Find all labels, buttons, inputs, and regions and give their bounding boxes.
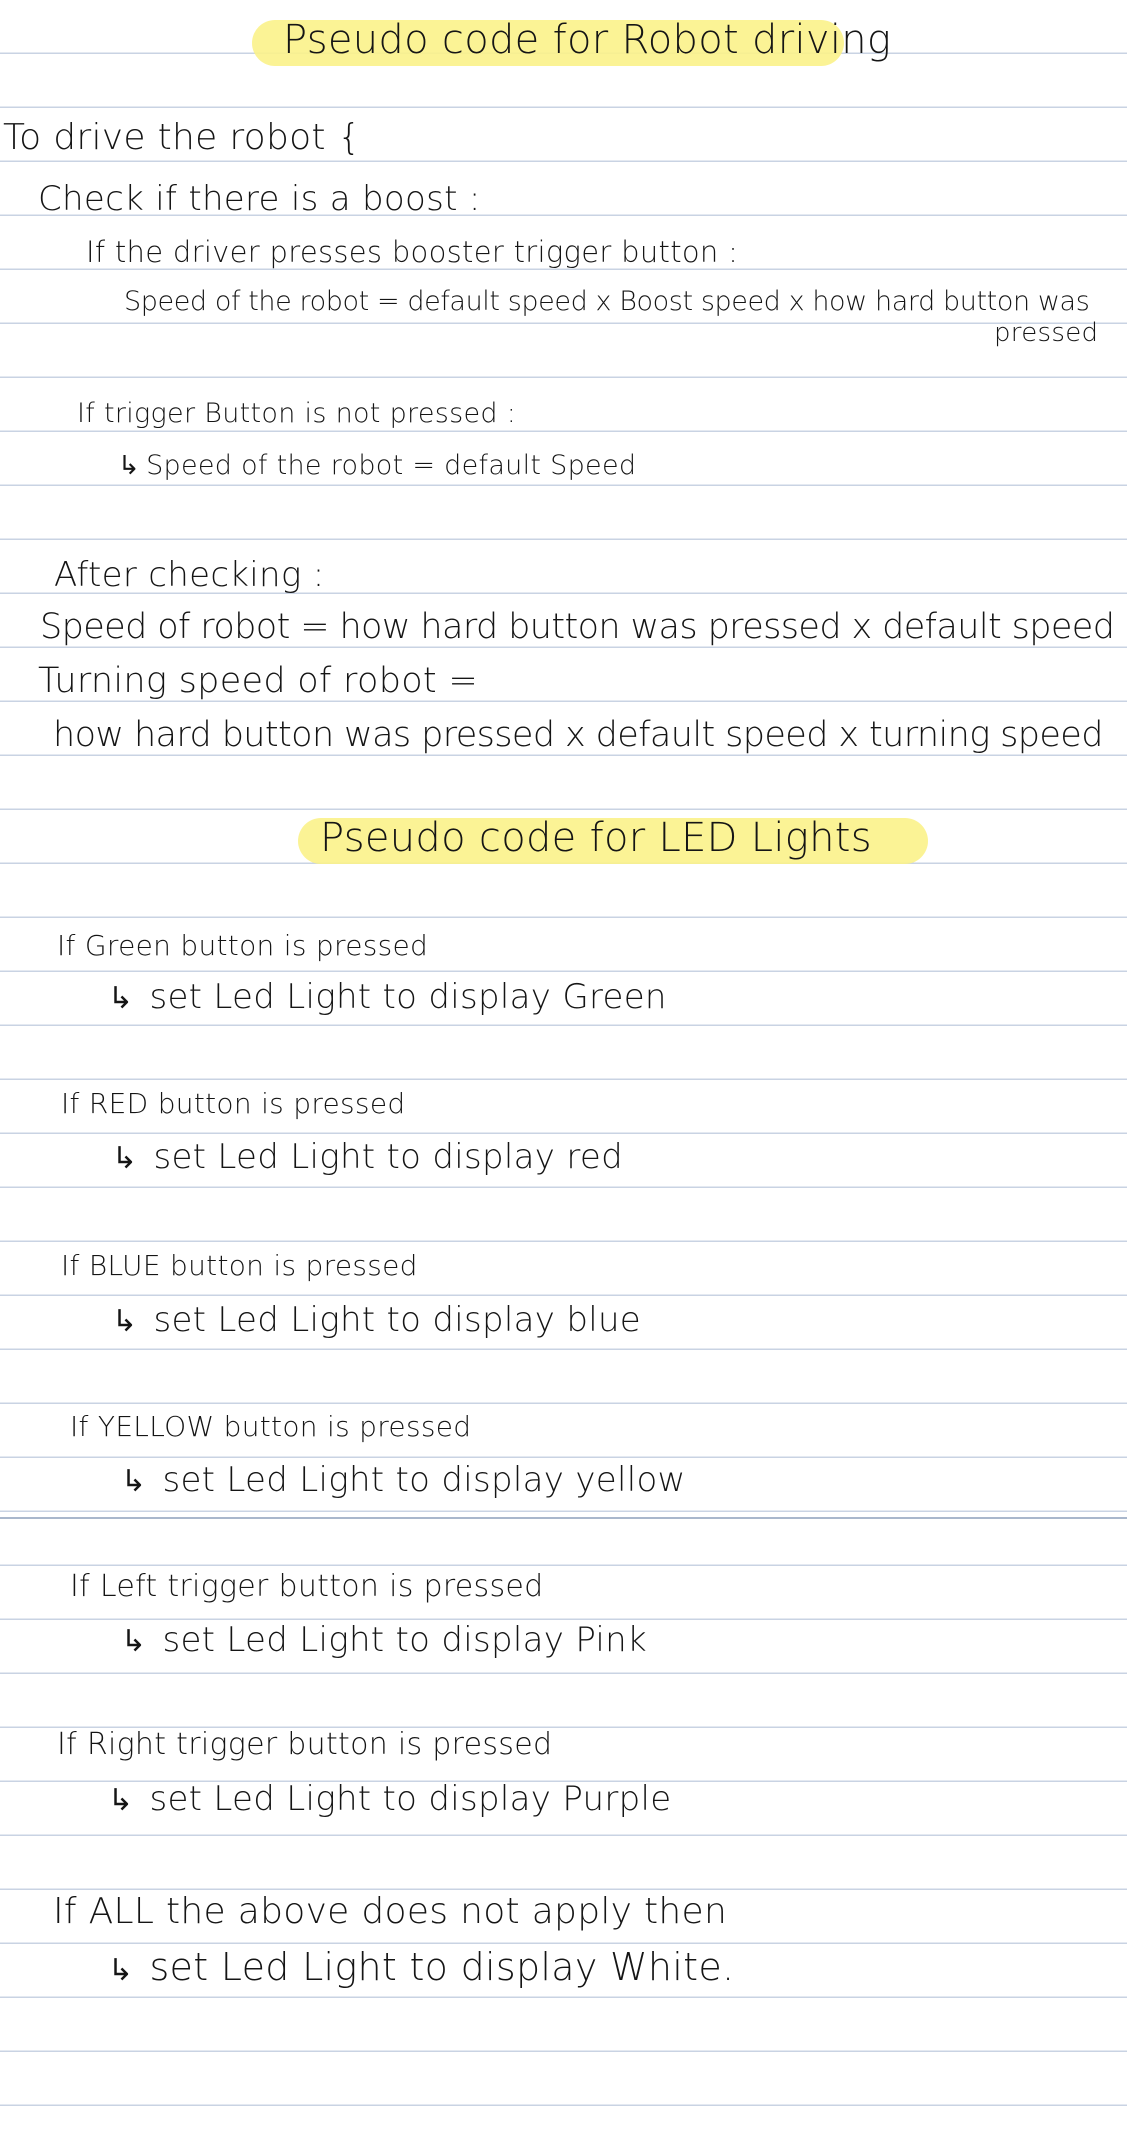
- drive-robot-open: To drive the robot {: [3, 117, 361, 158]
- arrow-icon: ↳: [118, 451, 141, 481]
- led-rule-action-text: set Led Light to display Purple: [149, 1779, 672, 1819]
- led-rule-blue-action: ↳ set Led Light to display blue: [112, 1303, 641, 1337]
- arrow-icon: ↳: [108, 1783, 134, 1818]
- default-speed-text: Speed of the robot = default Speed: [146, 450, 637, 481]
- arrow-icon: ↳: [108, 981, 134, 1016]
- led-rule-yellow-condition: If YELLOW button is pressed: [70, 1410, 472, 1443]
- led-rule-red-action: ↳ set Led Light to display red: [112, 1140, 623, 1174]
- led-rule-action-text: set Led Light to display Pink: [162, 1620, 647, 1660]
- led-rule-yellow-action: ↳ set Led Light to display yellow: [121, 1463, 686, 1497]
- boost-formula-line: Speed of the robot = default speed x Boo…: [124, 286, 1090, 317]
- led-rule-left-trigger-action: ↳ set Led Light to display Pink: [121, 1623, 647, 1657]
- arrow-icon: ↳: [112, 1304, 138, 1339]
- led-rule-right-trigger-action: ↳ set Led Light to display Purple: [108, 1782, 672, 1816]
- robot-section-title: Pseudo code for Robot driving: [283, 17, 892, 63]
- default-speed-line: ↳ Speed of the robot = default Speed: [118, 452, 636, 479]
- arrow-icon: ↳: [108, 1953, 134, 1988]
- led-rule-blue-condition: If BLUE button is pressed: [61, 1249, 418, 1282]
- led-rule-action-text: set Led Light to display blue: [153, 1300, 642, 1340]
- led-rule-action-text: set Led Light to display Green: [149, 977, 667, 1017]
- led-rule-left-trigger-condition: If Left trigger button is pressed: [70, 1569, 544, 1604]
- arrow-icon: ↳: [112, 1141, 138, 1176]
- if-not-pressed-line: If trigger Button is not pressed :: [77, 398, 517, 429]
- led-rule-action-text: set Led Light to display yellow: [162, 1460, 686, 1500]
- led-rule-action-text: set Led Light to display red: [153, 1137, 623, 1177]
- arrow-icon: ↳: [121, 1464, 147, 1499]
- arrow-icon: ↳: [121, 1624, 147, 1659]
- led-fallback-action-text: set Led Light to display White.: [149, 1945, 735, 1989]
- led-section-title: Pseudo code for LED Lights: [320, 815, 872, 861]
- page-divider: [0, 1517, 1127, 1519]
- led-rule-right-trigger-condition: If Right trigger button is pressed: [57, 1727, 553, 1762]
- check-boost-line: Check if there is a boost :: [38, 179, 481, 219]
- turning-formula-line: how hard button was pressed x default sp…: [53, 715, 1103, 755]
- led-fallback-action: ↳ set Led Light to display White.: [108, 1948, 734, 1986]
- speed-formula-line: Speed of robot = how hard button was pre…: [40, 607, 1115, 647]
- led-fallback-condition: If ALL the above does not apply then: [53, 1891, 728, 1932]
- if-booster-line: If the driver presses booster trigger bu…: [86, 235, 739, 269]
- turning-speed-label: Turning speed of robot =: [38, 661, 478, 701]
- led-rule-green-action: ↳ set Led Light to display Green: [108, 980, 667, 1014]
- after-checking-line: After checking :: [54, 555, 325, 595]
- led-rule-green-condition: If Green button is pressed: [57, 929, 429, 962]
- led-rule-red-condition: If RED button is pressed: [61, 1087, 406, 1120]
- boost-formula-continuation: pressed: [994, 318, 1099, 348]
